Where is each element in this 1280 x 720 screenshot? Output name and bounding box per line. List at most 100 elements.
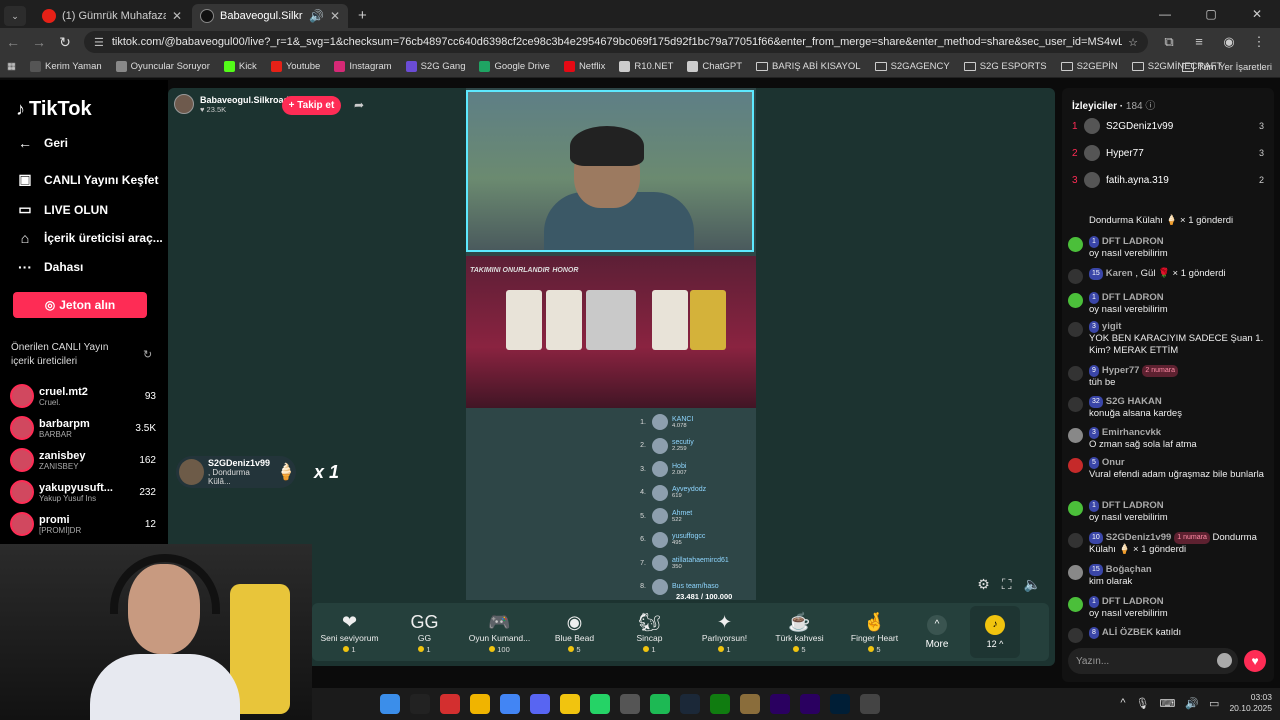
top-viewer[interactable]: 3 fatih.ayna.319 2 (1072, 172, 1264, 188)
info-icon[interactable]: ⓘ (1145, 101, 1155, 112)
bookmark-item[interactable]: Kerim Yaman (23, 61, 109, 72)
share-icon[interactable]: ➦ (354, 98, 364, 112)
bookmark-item[interactable]: S2GAGENCY (868, 61, 957, 72)
close-window-button[interactable]: ✕ (1234, 0, 1280, 28)
close-icon[interactable]: ✕ (172, 9, 182, 23)
chat-icon[interactable] (560, 694, 580, 714)
bookmark-star-icon[interactable]: ☆ (1128, 36, 1138, 49)
recommended-creator[interactable]: promi [PROMİ]DR 12 (10, 510, 156, 538)
bookmark-item[interactable]: R10.NET (612, 61, 680, 72)
chat-username[interactable]: DFT LADRON (1102, 236, 1164, 247)
get-coins-button[interactable]: ◎ Jeton alın (13, 292, 147, 318)
gift-item[interactable]: 🐿 Sincap 1 (612, 611, 687, 654)
gift-item[interactable]: ☕ Türk kahvesi 5 (762, 611, 837, 654)
search-icon[interactable] (410, 694, 430, 714)
recommended-creator[interactable]: barbarpm BARBAR 3.5K (10, 414, 156, 442)
network-icon[interactable]: ⌨ (1159, 697, 1175, 710)
chat-username[interactable]: Hyper77 (1102, 365, 1140, 376)
steam-icon[interactable] (680, 694, 700, 714)
gift-item[interactable]: ◉ Blue Bead 5 (537, 611, 612, 654)
file-explorer-icon[interactable] (470, 694, 490, 714)
reload-button[interactable]: ↻ (52, 34, 78, 51)
minimize-button[interactable]: — (1142, 0, 1188, 28)
tab-search-button[interactable]: ⌄ (4, 6, 26, 26)
new-tab-button[interactable]: + (348, 4, 377, 28)
whatsapp-icon[interactable] (590, 694, 610, 714)
after-effects-icon[interactable] (770, 694, 790, 714)
bookmark-item[interactable]: S2GEPİN (1054, 61, 1125, 72)
nav-live-explore[interactable]: ▣ CANLI Yayını Keşfet (16, 171, 158, 188)
volume-icon[interactable]: 🔈 (1024, 576, 1041, 593)
all-bookmarks[interactable]: Tüm Yer İşaretleri (1181, 56, 1272, 78)
nav-more[interactable]: ··· Dahası (16, 259, 83, 275)
recommended-creator[interactable]: yakupyusuft... Yakup Yusuf Ins 232 (10, 478, 156, 506)
tab-gumruk[interactable]: (1) Gümrük Muhafaza Türkiye 1 ✕ (34, 4, 190, 28)
nav-back[interactable]: ← Geri (16, 135, 68, 151)
refresh-icon[interactable]: ↻ (143, 348, 152, 361)
obs-icon[interactable] (620, 694, 640, 714)
stream-video[interactable]: TAKIMINI ONURLANDIR HONOR 1. KANCI 4.078 2.… (466, 88, 756, 610)
gift-item[interactable]: ✦ Parlıyorsun! 1 (687, 611, 762, 654)
gift-item[interactable]: ❤ Seni seviyorum 1 (312, 611, 387, 654)
bookmark-item[interactable]: ChatGPT (680, 61, 749, 72)
follow-button[interactable]: + Takip et (282, 96, 341, 115)
chat-username[interactable]: Emirhancvkk (1102, 427, 1161, 438)
speaker-icon[interactable]: 🔊 (309, 9, 324, 23)
apps-grid-icon[interactable]: ▦ (0, 61, 23, 72)
chat-username[interactable]: DFT LADRON (1102, 292, 1164, 303)
url-field[interactable]: ☰ tiktok.com/@babaveogul00/live?_r=1&_sv… (84, 31, 1148, 53)
coin-balance[interactable]: ♪ 12 ^ (970, 606, 1020, 658)
game-icon[interactable] (860, 694, 880, 714)
spotify-icon[interactable] (650, 694, 670, 714)
nav-go-live[interactable]: ▭ LIVE OLUN (16, 201, 108, 218)
bookmark-item[interactable]: Kick (217, 61, 264, 72)
volume-icon[interactable]: 🔊 (1185, 697, 1199, 710)
top-viewer[interactable]: 2 Hyper77 3 (1072, 145, 1264, 161)
xbox-icon[interactable] (710, 694, 730, 714)
emoji-icon[interactable] (1217, 653, 1232, 668)
microphone-icon[interactable]: 🎙 (1135, 697, 1149, 710)
close-icon[interactable]: ✕ (330, 9, 340, 23)
chat-username[interactable]: S2G HAKAN (1106, 396, 1162, 407)
chat-input[interactable]: Yazın... (1068, 648, 1238, 674)
windows-start-icon[interactable] (380, 694, 400, 714)
bookmark-item[interactable]: Netflix (557, 61, 612, 72)
forward-button[interactable]: → (26, 34, 52, 50)
site-info-icon[interactable]: ☰ (94, 36, 104, 49)
recommended-creator[interactable]: cruel.mt2 Cruel. 93 (10, 382, 156, 410)
chat-username[interactable]: DFT LADRON (1102, 500, 1164, 511)
bookmark-item[interactable]: Youtube (264, 61, 328, 72)
menu-icon[interactable]: ⋮ (1246, 34, 1272, 50)
chat-username[interactable]: Boğaçhan (1106, 564, 1152, 575)
host-avatar[interactable] (174, 94, 194, 114)
chat-username[interactable]: DFT LADRON (1102, 596, 1164, 607)
bookmark-item[interactable]: BARIŞ ABİ KISAYOL (749, 61, 868, 72)
clock[interactable]: 03:03 20.10.2025 (1229, 692, 1272, 714)
discord-icon[interactable] (530, 694, 550, 714)
viewers-header[interactable]: İzleyiciler · 184 ⓘ (1072, 97, 1155, 112)
maximize-button[interactable]: ▢ (1188, 0, 1234, 28)
bookmark-item[interactable]: S2G ESPORTS (957, 61, 1054, 72)
tiktok-logo[interactable]: ♪ TikTok (16, 98, 92, 121)
fullscreen-icon[interactable]: ⛶ (1002, 576, 1012, 593)
more-gifts-button[interactable]: ^ More (912, 614, 962, 650)
extensions-icon[interactable]: ⧉ (1156, 34, 1182, 50)
chrome-icon[interactable] (500, 694, 520, 714)
premiere-icon[interactable] (800, 694, 820, 714)
top-viewer[interactable]: 1 S2GDeniz1v99 3 (1072, 118, 1264, 134)
chat-username[interactable]: S2GDeniz1v99 (1106, 532, 1171, 543)
notes-icon[interactable] (740, 694, 760, 714)
bookmark-item[interactable]: S2G Gang (399, 61, 473, 72)
photoshop-icon[interactable] (830, 694, 850, 714)
bookmark-item[interactable]: Oyuncular Soruyor (109, 61, 217, 72)
bookmark-item[interactable]: Google Drive (472, 61, 556, 72)
host-info[interactable]: Babaveogul.Silkroad ♥ 23.5K (174, 94, 289, 114)
chat-username[interactable]: Karen (1106, 268, 1133, 279)
like-heart-button[interactable]: ♥ (1244, 650, 1266, 672)
bookmark-item[interactable]: Instagram (327, 61, 398, 72)
gift-item[interactable]: 🎮 Oyun Kumand... 100 (462, 611, 537, 654)
nav-creator-tools[interactable]: ⌂ İçerik üreticisi araç... (16, 230, 163, 246)
chat-username[interactable]: Onur (1102, 457, 1125, 468)
settings-icon[interactable]: ⚙ (977, 576, 990, 593)
media-controls-icon[interactable]: ≡ (1186, 34, 1212, 50)
